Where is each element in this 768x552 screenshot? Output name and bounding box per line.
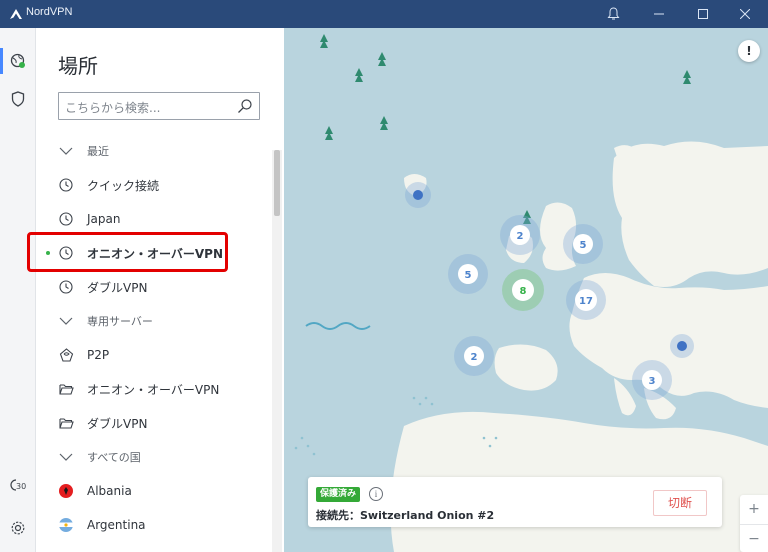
search-placeholder: こちらから検索... — [65, 101, 161, 115]
list-item-label: ダブルVPN — [87, 280, 148, 295]
minimize-button[interactable] — [636, 0, 682, 28]
clock-icon — [58, 177, 74, 193]
status-badge: 保護済み — [316, 487, 361, 502]
clock-icon — [58, 211, 74, 227]
list-item[interactable]: ダブルVPN — [36, 270, 272, 304]
list-item[interactable]: Albania — [36, 474, 272, 508]
minimize-icon — [654, 13, 664, 15]
cluster-count: 2 — [517, 231, 524, 242]
locations-panel: 場所 こちらから検索... 最近 クイック接続 Japan オニオン・オーバーV… — [36, 28, 284, 552]
list-item-label: Japan — [87, 212, 121, 226]
list-item[interactable]: Argentina — [36, 508, 272, 542]
server-cluster[interactable]: 5 — [448, 254, 488, 294]
badge-30: 30 — [16, 482, 26, 491]
cluster-count: 5 — [465, 270, 472, 281]
list-item-label: すべての国 — [87, 451, 141, 464]
server-cluster-connected[interactable]: 8 — [502, 269, 544, 311]
close-icon — [740, 9, 750, 19]
list-item[interactable]: P2P — [36, 338, 272, 372]
list-item-label: P2P — [87, 348, 110, 362]
cluster-count: 3 — [649, 376, 656, 387]
cluster-count: 5 — [580, 240, 587, 251]
list-item[interactable]: オニオン・オーバーVPN — [36, 372, 272, 406]
list-item[interactable]: クイック接続 — [36, 168, 272, 202]
section-specialty-servers[interactable]: 専用サーバー — [36, 304, 272, 338]
chevron-down-icon — [58, 449, 74, 465]
server-pin[interactable] — [670, 334, 694, 358]
maximize-button[interactable] — [680, 0, 726, 28]
globe-icon[interactable] — [8, 51, 28, 71]
p2p-icon — [58, 347, 74, 363]
zoom-in-button[interactable]: + — [740, 495, 768, 523]
search-input[interactable]: こちらから検索... — [58, 92, 260, 120]
server-cluster[interactable]: 2 — [454, 336, 494, 376]
threat-protection-icon[interactable]: 30 — [8, 475, 28, 495]
list-item-label: Albania — [87, 484, 132, 498]
zoom-controls: + − — [740, 495, 768, 552]
argentina-flag-icon — [58, 517, 74, 533]
list-item-label: オニオン・オーバーVPN — [87, 382, 220, 397]
app-title: NordVPN — [26, 6, 73, 18]
connection-label: 接続先：Switzerland Onion #2 — [316, 509, 495, 522]
server-cluster[interactable]: 2 — [500, 215, 540, 255]
nordvpn-logo-icon — [10, 9, 22, 19]
map-canvas: 2 5 5 8 17 2 3 — [294, 34, 768, 552]
clock-icon — [58, 279, 74, 295]
shield-icon[interactable] — [8, 89, 28, 109]
list-item-label: 最近 — [87, 145, 109, 158]
nav-rail: 30 — [0, 28, 36, 552]
settings-icon[interactable] — [8, 518, 28, 538]
bell-icon[interactable] — [590, 0, 636, 28]
cluster-count: 17 — [579, 296, 593, 307]
folder-icon — [58, 415, 74, 431]
alert-icon[interactable]: ! — [738, 40, 760, 62]
folder-icon — [58, 381, 74, 397]
chevron-down-icon — [58, 143, 74, 159]
cluster-count: 2 — [471, 352, 478, 363]
sidebar-scrollbar[interactable] — [272, 150, 282, 552]
zoom-out-button[interactable]: − — [740, 524, 768, 552]
title-bar: NordVPN — [0, 0, 768, 28]
list-item[interactable]: ダブルVPN — [36, 406, 272, 440]
chevron-down-icon — [58, 313, 74, 329]
highlight-annotation — [27, 232, 228, 272]
server-pin[interactable] — [405, 182, 431, 208]
list-item[interactable]: Japan — [36, 202, 272, 236]
list-item-label: クイック接続 — [87, 178, 160, 193]
albania-flag-icon — [58, 483, 74, 499]
list-item-label: Argentina — [87, 518, 146, 532]
page-title: 場所 — [58, 54, 98, 78]
search-icon[interactable] — [237, 98, 253, 114]
section-all-countries[interactable]: すべての国 — [36, 440, 272, 474]
server-cluster[interactable]: 3 — [632, 360, 672, 400]
cluster-count: 8 — [520, 286, 527, 297]
section-recent[interactable]: 最近 — [36, 134, 272, 168]
maximize-icon — [698, 9, 708, 19]
server-cluster[interactable]: 17 — [566, 280, 606, 320]
list-item-label: 専用サーバー — [87, 315, 153, 328]
scrollbar-thumb[interactable] — [274, 150, 280, 216]
map-view[interactable]: 2 5 5 8 17 2 3 ! 保護済み i 接続先：Switzerland … — [284, 28, 768, 552]
active-indicator — [0, 48, 3, 74]
info-icon[interactable]: i — [369, 487, 383, 501]
disconnect-button[interactable]: 切断 — [653, 490, 707, 516]
server-cluster[interactable]: 5 — [563, 224, 603, 264]
list-item-label: ダブルVPN — [87, 416, 148, 431]
connection-status-card: 保護済み i 接続先：Switzerland Onion #2 切断 — [308, 477, 722, 527]
close-button[interactable] — [722, 0, 768, 28]
